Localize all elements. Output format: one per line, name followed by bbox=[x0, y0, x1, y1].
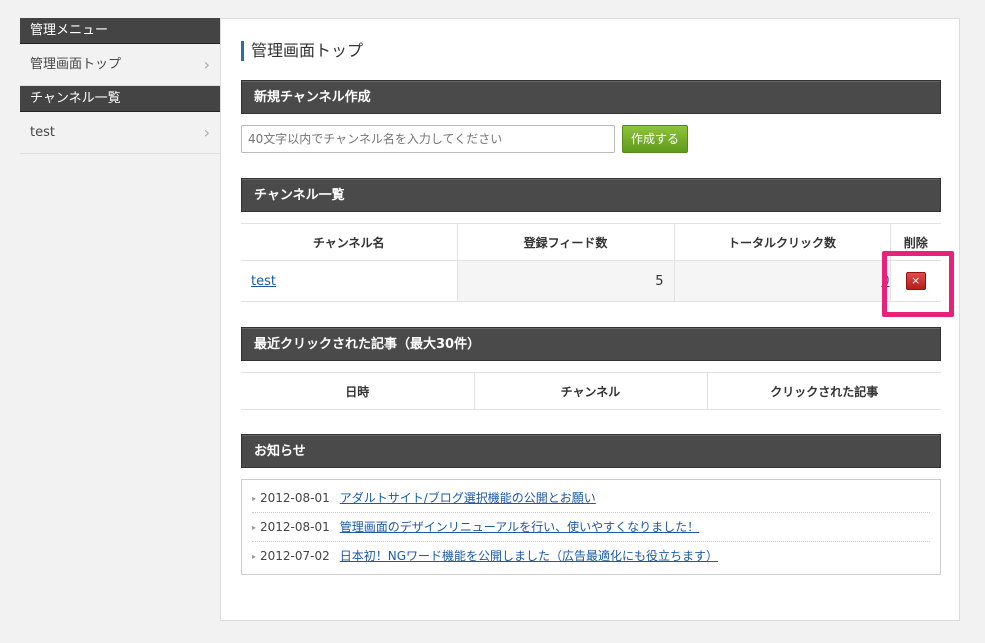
delete-cell: × bbox=[889, 260, 941, 302]
channel-list-header: チャンネル一覧 bbox=[241, 178, 941, 212]
triangle-right-icon: ▸ bbox=[252, 552, 257, 561]
news-item: ▸ 2012-08-01 管理画面のデザインリニューアルを行い、使いやすくなりました… bbox=[252, 513, 930, 542]
sidebar-item-label: 管理画面トップ bbox=[30, 57, 122, 72]
sidebar-header-channel-list: チャンネル一覧 bbox=[20, 86, 220, 112]
column-header-total-clicks: トータルクリック数 bbox=[673, 223, 891, 261]
news-header: お知らせ bbox=[241, 434, 941, 468]
channel-name-input[interactable] bbox=[241, 125, 615, 153]
sidebar-header-admin-menu: 管理メニュー bbox=[20, 18, 220, 44]
close-icon: × bbox=[911, 274, 921, 287]
total-clicks-link[interactable]: 0 bbox=[881, 274, 889, 289]
news-list: ▸ 2012-08-01 アダルトサイト/ブログ選択機能の公開とお願い ▸ 2012-… bbox=[241, 479, 941, 575]
column-header-channel: チャンネル bbox=[473, 372, 707, 410]
column-header-datetime: 日時 bbox=[241, 372, 474, 410]
chevron-right-icon: › bbox=[203, 123, 210, 142]
column-header-feed-count: 登録フィード数 bbox=[456, 223, 675, 261]
channel-table: チャンネル名 登録フィード数 トータルクリック数 削除 test 5 0 × bbox=[241, 223, 941, 302]
channel-link[interactable]: test bbox=[251, 274, 276, 289]
news-date: 2012-07-02 bbox=[260, 549, 330, 563]
page-title: 管理画面トップ bbox=[241, 41, 363, 61]
news-link[interactable]: 管理画面のデザインリニューアルを行い、使いやすくなりました！ bbox=[340, 520, 699, 534]
news-link[interactable]: アダルトサイト/ブログ選択機能の公開とお願い bbox=[340, 491, 596, 505]
create-button[interactable]: 作成する bbox=[622, 125, 688, 153]
sidebar-item-label: test bbox=[30, 125, 55, 140]
news-item: ▸ 2012-07-02 日本初！NGワード機能を公開しました（広告最適化にも役立ち… bbox=[252, 542, 930, 571]
sidebar-item-admin-top[interactable]: 管理画面トップ › bbox=[20, 44, 220, 86]
news-link[interactable]: 日本初！NGワード機能を公開しました（広告最適化にも役立ちます） bbox=[340, 549, 718, 563]
total-clicks-cell: 0 bbox=[673, 260, 891, 302]
news-item: ▸ 2012-08-01 アダルトサイト/ブログ選択機能の公開とお願い bbox=[252, 484, 930, 513]
sidebar: 管理メニュー 管理画面トップ › チャンネル一覧 test › bbox=[20, 18, 220, 154]
feed-count-cell: 5 bbox=[456, 260, 675, 302]
table-row: test 5 0 × bbox=[241, 260, 941, 302]
channel-name-cell: test bbox=[241, 260, 458, 302]
column-header-channel-name: チャンネル名 bbox=[241, 223, 458, 261]
create-channel-header: 新規チャンネル作成 bbox=[241, 80, 941, 114]
recent-clicks-table: 日時 チャンネル クリックされた記事 bbox=[241, 372, 941, 410]
news-date: 2012-08-01 bbox=[260, 491, 330, 505]
column-header-clicked-article: クリックされた記事 bbox=[706, 372, 941, 410]
triangle-right-icon: ▸ bbox=[252, 523, 257, 532]
news-date: 2012-08-01 bbox=[260, 520, 330, 534]
column-header-delete: 削除 bbox=[889, 223, 941, 261]
triangle-right-icon: ▸ bbox=[252, 494, 257, 503]
main-panel: 管理画面トップ 新規チャンネル作成 作成する チャンネル一覧 チャンネル名 登録… bbox=[220, 18, 960, 621]
chevron-right-icon: › bbox=[203, 55, 210, 74]
sidebar-item-channel-test[interactable]: test › bbox=[20, 112, 220, 154]
recent-clicks-header: 最近クリックされた記事（最大30件） bbox=[241, 327, 941, 361]
delete-button[interactable]: × bbox=[905, 272, 926, 290]
